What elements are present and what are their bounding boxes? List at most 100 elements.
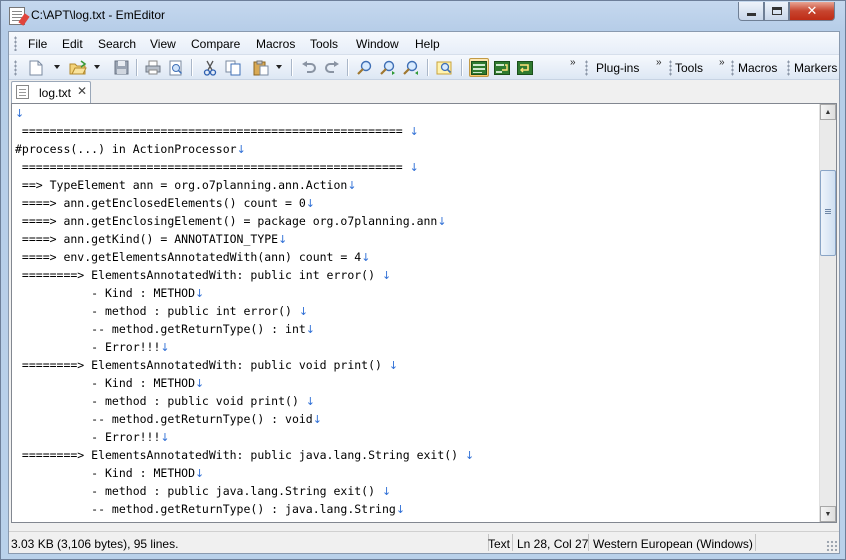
paste-dropdown[interactable]: [276, 65, 282, 69]
editor-line[interactable]: ========> ElementsAnnotatedWith: public …: [15, 356, 815, 374]
editor-line[interactable]: -- method.getReturnType() : int↓: [15, 320, 815, 338]
editor-line[interactable]: - Kind : METHOD↓: [15, 464, 815, 482]
editor-line[interactable]: - Error!!!↓: [15, 428, 815, 446]
find-next-icon: [380, 60, 395, 75]
editor-line[interactable]: ====> ann.getKind() = ANNOTATION_TYPE↓: [15, 230, 815, 248]
macros-toolbar-label[interactable]: Macros: [738, 61, 777, 75]
resize-grip[interactable]: [826, 540, 837, 551]
copy-button[interactable]: [223, 58, 243, 77]
open-button[interactable]: [68, 58, 88, 77]
scroll-down-button[interactable]: ▼: [820, 506, 836, 522]
editor-line[interactable]: - Kind : METHOD↓: [15, 374, 815, 392]
editor-line[interactable]: - Error!!!↓: [15, 338, 815, 356]
scroll-thumb[interactable]: [820, 170, 836, 256]
plugins-toolbar-label[interactable]: Plug-ins: [596, 61, 639, 75]
menu-grip[interactable]: [14, 36, 17, 51]
editor-line[interactable]: ====> ann.getEnclosedElements() count = …: [15, 194, 815, 212]
maximize-icon: [771, 7, 782, 15]
editor-line[interactable]: ↓: [15, 104, 815, 122]
toolbar-grip[interactable]: [585, 60, 588, 76]
menu-file[interactable]: File: [28, 37, 47, 51]
editor-line[interactable]: ========> ElementsAnnotatedWith: public …: [15, 266, 815, 284]
tools-toolbar-label[interactable]: Tools: [675, 61, 703, 75]
status-position[interactable]: Ln 28, Col 27: [517, 537, 588, 551]
editor-line[interactable]: ====> ann.getEnclosingElement() = packag…: [15, 212, 815, 230]
eol-mark-icon: ↓: [465, 449, 475, 462]
eol-mark-icon: ↓: [409, 161, 419, 174]
close-icon: ✕: [806, 3, 818, 18]
cut-icon: [203, 60, 217, 76]
editor-line[interactable]: - method : public void print() ↓: [15, 392, 815, 410]
menu-macros[interactable]: Macros: [256, 37, 295, 51]
editor-line-text: ====> env.getElementsAnnotatedWith(ann) …: [15, 250, 362, 264]
toolbar-separator: [136, 59, 137, 76]
toolbar-grip[interactable]: [669, 60, 672, 76]
highlight-search-button[interactable]: [435, 58, 455, 77]
menu-window[interactable]: Window: [356, 37, 399, 51]
editor-line-text: ========================================…: [15, 160, 410, 174]
menu-help[interactable]: Help: [415, 37, 440, 51]
editor-line-text: ====> ann.getEnclosingElement() = packag…: [15, 214, 438, 228]
toolbar-grip[interactable]: [787, 60, 790, 76]
redo-button[interactable]: [322, 58, 342, 77]
tab-close-icon[interactable]: ✕: [77, 84, 87, 98]
editor-line[interactable]: ====> env.getElementsAnnotatedWith(ann) …: [15, 248, 815, 266]
tab-log-txt[interactable]: log.txt ✕: [11, 81, 91, 103]
title-bar[interactable]: C:\APT\log.txt - EmEditor ✕: [1, 1, 846, 31]
text-editor[interactable]: ↓ ======================================…: [11, 103, 837, 523]
menu-search[interactable]: Search: [98, 37, 136, 51]
toolbar-grip[interactable]: [14, 60, 17, 76]
status-bar: 3.03 KB (3,106 bytes), 95 lines. Text Ln…: [9, 531, 839, 553]
menu-edit[interactable]: Edit: [62, 37, 83, 51]
markers-toolbar-label[interactable]: Markers: [794, 61, 837, 75]
wrap-none-button[interactable]: [469, 58, 489, 77]
editor-line[interactable]: - Kind : METHOD↓: [15, 284, 815, 302]
editor-line[interactable]: ==> TypeElement ann = org.o7planning.ann…: [15, 176, 815, 194]
toolbar-grip[interactable]: [731, 60, 734, 76]
cut-button[interactable]: [200, 58, 220, 77]
wrap-page-button[interactable]: [515, 58, 535, 77]
maximize-button[interactable]: [764, 2, 789, 21]
find-button[interactable]: [355, 58, 375, 77]
save-button[interactable]: [111, 58, 131, 77]
tools-overflow-chevron[interactable]: »: [719, 57, 724, 68]
open-dropdown[interactable]: [94, 65, 100, 69]
vertical-scrollbar[interactable]: ▲ ▼: [819, 104, 836, 522]
editor-line[interactable]: ========> ElementsAnnotatedWith: public …: [15, 446, 815, 464]
editor-line-text: - method : public void print(): [15, 394, 306, 408]
editor-text-area[interactable]: ↓ ======================================…: [15, 104, 815, 522]
status-encoding[interactable]: Western European (Windows): [593, 537, 753, 551]
scroll-up-button[interactable]: ▲: [820, 104, 836, 120]
editor-line[interactable]: ========> ElementsAnnotatedWith: public …: [15, 518, 815, 522]
editor-line[interactable]: ========================================…: [15, 158, 815, 176]
undo-button[interactable]: [299, 58, 319, 77]
plugins-overflow-chevron[interactable]: »: [656, 57, 661, 68]
editor-line[interactable]: #process(...) in ActionProcessor↓: [15, 140, 815, 158]
tab-label: log.txt: [39, 86, 72, 100]
new-file-button[interactable]: [26, 58, 46, 77]
wrap-window-button[interactable]: [492, 58, 512, 77]
minimize-button[interactable]: [738, 2, 764, 21]
eol-mark-icon: ↓: [15, 107, 25, 120]
emeditor-app-icon[interactable]: [9, 7, 25, 25]
editor-line[interactable]: -- method.getReturnType() : void↓: [15, 410, 815, 428]
paste-button[interactable]: [251, 58, 271, 77]
print-preview-button[interactable]: [166, 58, 186, 77]
find-next-button[interactable]: [378, 58, 398, 77]
menu-compare[interactable]: Compare: [191, 37, 240, 51]
new-file-dropdown[interactable]: [54, 65, 60, 69]
menu-view[interactable]: View: [150, 37, 176, 51]
menu-tools[interactable]: Tools: [310, 37, 338, 51]
editor-line-text: ========> ElementsAnnotatedWith: public …: [15, 268, 382, 282]
editor-line-text: - Error!!!: [15, 340, 161, 354]
status-mode[interactable]: Text: [488, 537, 510, 551]
editor-line[interactable]: -- method.getReturnType() : java.lang.St…: [15, 500, 815, 518]
find-previous-button[interactable]: [401, 58, 421, 77]
editor-line[interactable]: - method : public java.lang.String exit(…: [15, 482, 815, 500]
editor-line[interactable]: ========================================…: [15, 122, 815, 140]
toolbar-overflow-chevron[interactable]: »: [570, 57, 575, 68]
print-button[interactable]: [143, 58, 163, 77]
editor-line[interactable]: - method : public int error() ↓: [15, 302, 815, 320]
close-button[interactable]: ✕: [789, 2, 835, 21]
client-area: File Edit Search View Compare Macros Too…: [8, 31, 840, 554]
